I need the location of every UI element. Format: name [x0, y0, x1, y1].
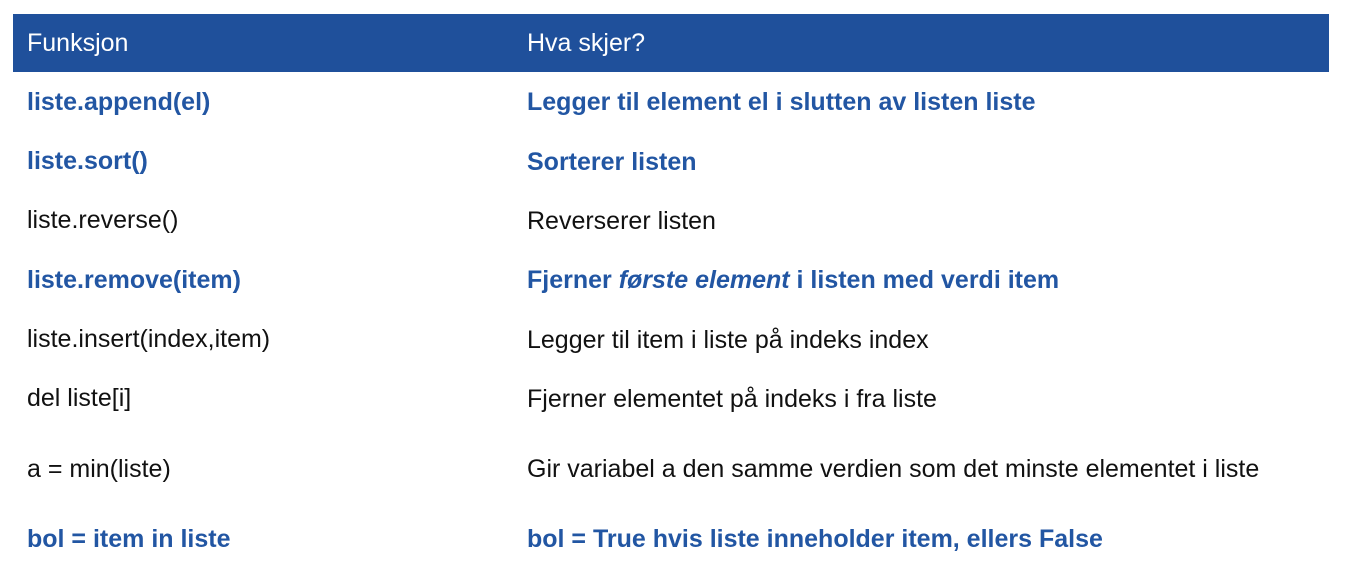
table-row: liste.append(el) Legger til element el i…	[13, 72, 1329, 132]
function-cell: a = min(liste)	[27, 454, 171, 483]
description-cell: Legger til element el i slutten av liste…	[527, 88, 1036, 116]
table-row: a = min(liste) Gir variabel a den samme …	[13, 428, 1329, 510]
table-row: bol = item in liste bol = True hvis list…	[13, 510, 1329, 568]
function-cell: del liste[i]	[27, 384, 132, 412]
description-cell: Reverserer listen	[527, 206, 716, 235]
table-row: liste.reverse() Reverserer listen	[13, 191, 1329, 250]
header-function: Funksjon	[27, 29, 129, 57]
function-cell: liste.insert(index,item)	[27, 325, 271, 353]
description-cell: Fjerner elementet på indeks i fra liste	[527, 384, 937, 413]
description-cell: bol = True hvis liste inneholder item, e…	[527, 525, 1103, 553]
description-cell: Legger til item i liste på indeks index	[527, 325, 929, 354]
header-description: Hva skjer?	[527, 29, 646, 57]
function-cell: liste.sort()	[27, 147, 148, 175]
function-cell: bol = item in liste	[27, 524, 231, 553]
table-row: liste.insert(index,item) Legger til item…	[13, 310, 1329, 369]
function-cell: liste.append(el)	[27, 87, 211, 116]
table-header: Funksjon Hva skjer?	[13, 14, 1329, 72]
table-row: del liste[i] Fjerner elementet på indeks…	[13, 369, 1329, 428]
functions-table: Funksjon Hva skjer? liste.append(el) Leg…	[13, 14, 1329, 568]
description-cell: Sorterer listen	[527, 147, 697, 176]
table-row: liste.remove(item) Fjerner første elemen…	[13, 250, 1329, 310]
table-row: liste.sort() Sorterer listen	[13, 132, 1329, 191]
description-part: i listen med verdi item	[789, 266, 1060, 294]
function-cell: liste.remove(item)	[27, 265, 241, 294]
description-emphasis: første element	[618, 266, 790, 294]
function-cell: liste.reverse()	[27, 206, 179, 234]
description-cell: Gir variabel a den samme verdien som det…	[527, 455, 1260, 483]
description-cell: Fjerner første element i listen med verd…	[527, 264, 1329, 296]
description-part: Fjerner	[527, 266, 619, 294]
